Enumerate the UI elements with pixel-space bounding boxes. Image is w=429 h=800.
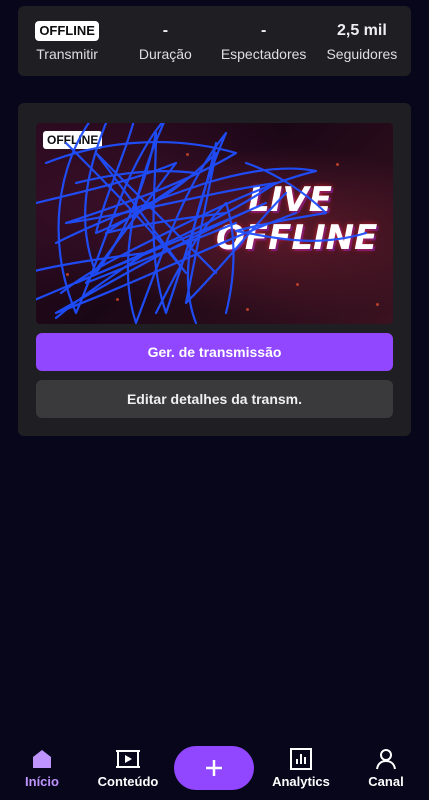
- followers-label: Seguidores: [326, 45, 398, 62]
- offline-badge: OFFLINE: [35, 20, 99, 41]
- nav-item-home[interactable]: Início: [16, 736, 68, 800]
- home-icon: [33, 749, 51, 768]
- content-icon: [116, 749, 140, 768]
- duration-value: -: [162, 21, 169, 39]
- nav-item-channel[interactable]: Canal: [360, 736, 412, 800]
- stream-manager-button[interactable]: Ger. de transmissão: [36, 333, 393, 371]
- stream-stats-bar: OFFLINE Transmitir - Duração - Espectado…: [18, 6, 411, 76]
- stream-status-stat[interactable]: OFFLINE Transmitir: [18, 20, 116, 62]
- followers-value: 2,5 mil: [336, 21, 387, 39]
- edit-stream-info-button[interactable]: Editar detalhes da transm.: [36, 380, 393, 418]
- duration-label: Duração: [138, 45, 192, 62]
- viewers-value: -: [260, 21, 267, 39]
- plus-icon: [206, 760, 222, 776]
- redaction-scribble: [36, 123, 368, 324]
- followers-stat: 2,5 mil Seguidores: [313, 21, 411, 62]
- viewers-label: Espectadores: [220, 45, 307, 62]
- nav-label-home: Início: [25, 773, 59, 789]
- stream-card: LIVE OFFLINE OFFLINE Ger. de transmissão…: [18, 103, 411, 436]
- stream-status-label: Transmitir: [36, 45, 98, 62]
- analytics-icon: [290, 747, 312, 770]
- user-icon: [376, 748, 396, 769]
- nav-label-channel: Canal: [368, 773, 404, 789]
- viewers-stat: - Espectadores: [215, 21, 313, 62]
- nav-item-content[interactable]: Conteúdo: [92, 736, 164, 800]
- nav-label-analytics: Analytics: [272, 773, 330, 789]
- nav-item-analytics[interactable]: Analytics: [266, 736, 336, 800]
- duration-stat: - Duração: [116, 21, 214, 62]
- create-button[interactable]: [174, 746, 254, 790]
- nav-label-content: Conteúdo: [97, 773, 159, 789]
- stream-thumbnail[interactable]: LIVE OFFLINE OFFLINE: [36, 123, 393, 324]
- bottom-navigation: Início Conteúdo Analytics Canal: [0, 736, 429, 800]
